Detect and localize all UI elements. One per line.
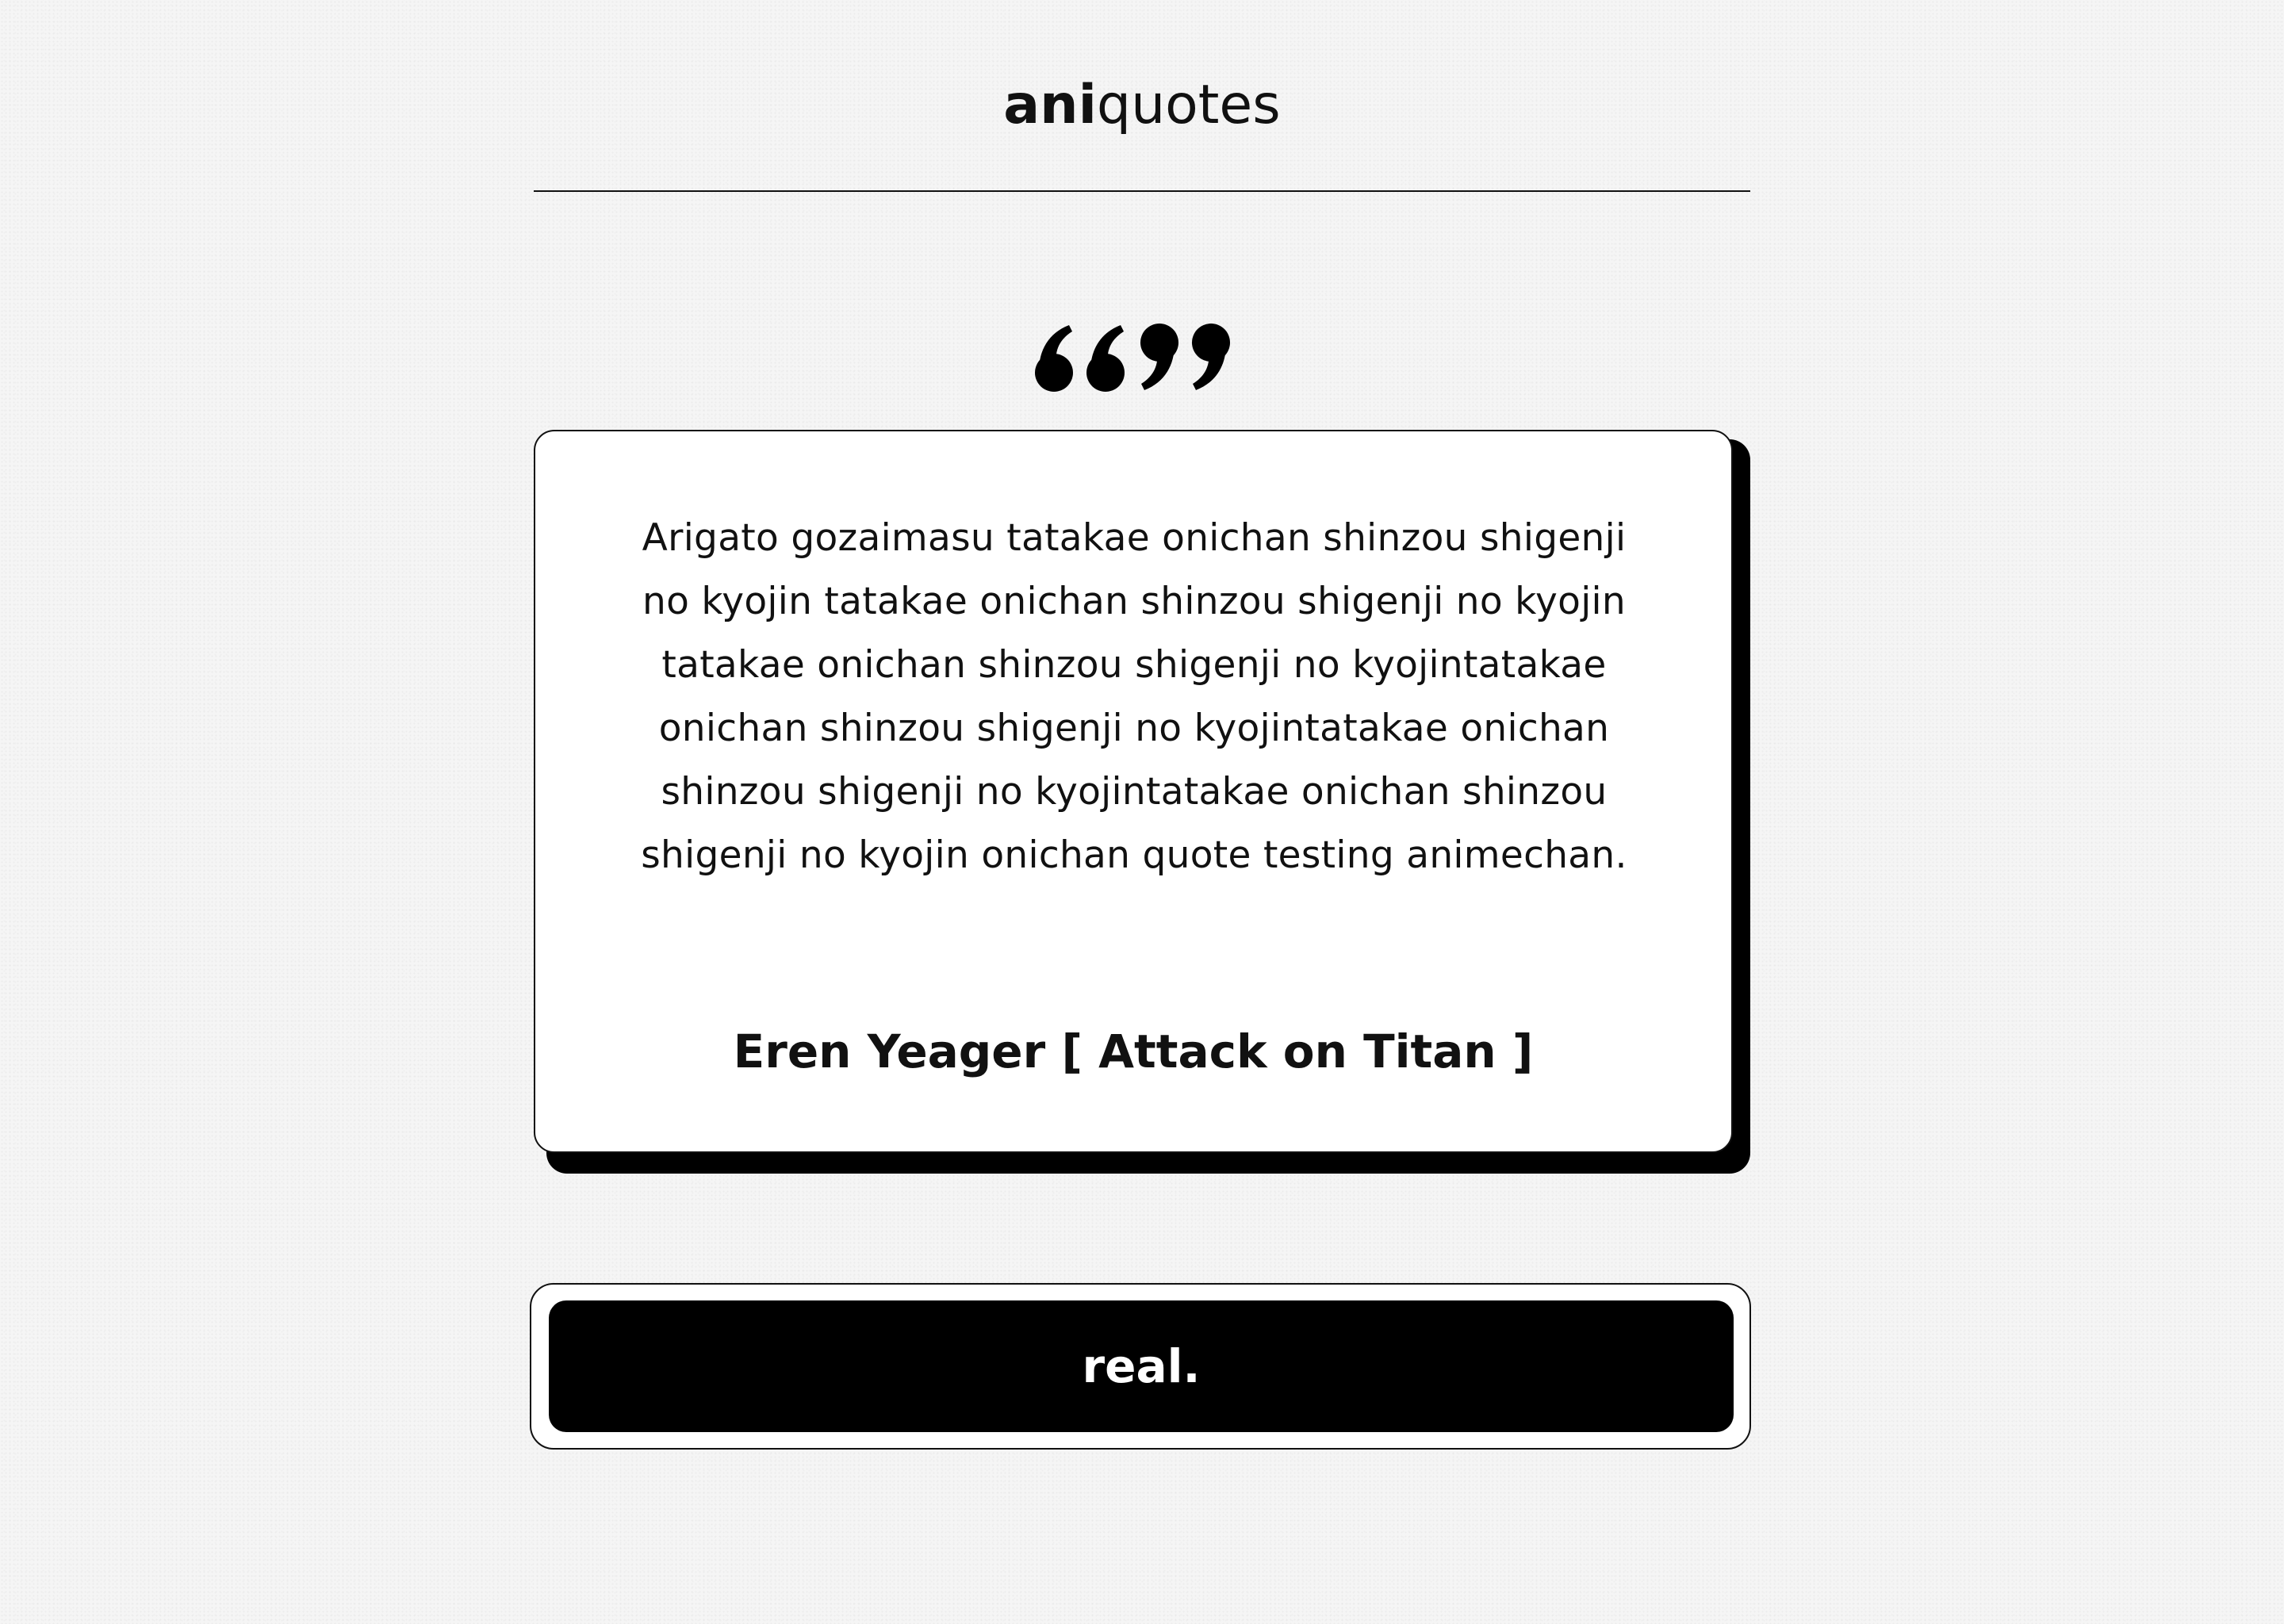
quote-card: Arigato gozaimasu tatakae onichan shinzo… xyxy=(534,430,1733,1153)
header-divider xyxy=(534,190,1750,192)
quote-text: Arigato gozaimasu tatakae onichan shinzo… xyxy=(641,516,1627,877)
brand-logo-light: quotes xyxy=(1096,74,1281,136)
brand-logo: aniquotes xyxy=(534,70,1750,141)
real-button[interactable]: real. xyxy=(549,1300,1734,1432)
brand-logo-strong: ani xyxy=(1003,74,1097,136)
action-button-frame: real. xyxy=(530,1283,1751,1450)
quote-attribution: Eren Yeager [ Attack on Titan ] xyxy=(733,1025,1534,1078)
double-quote-icon xyxy=(1035,324,1230,392)
